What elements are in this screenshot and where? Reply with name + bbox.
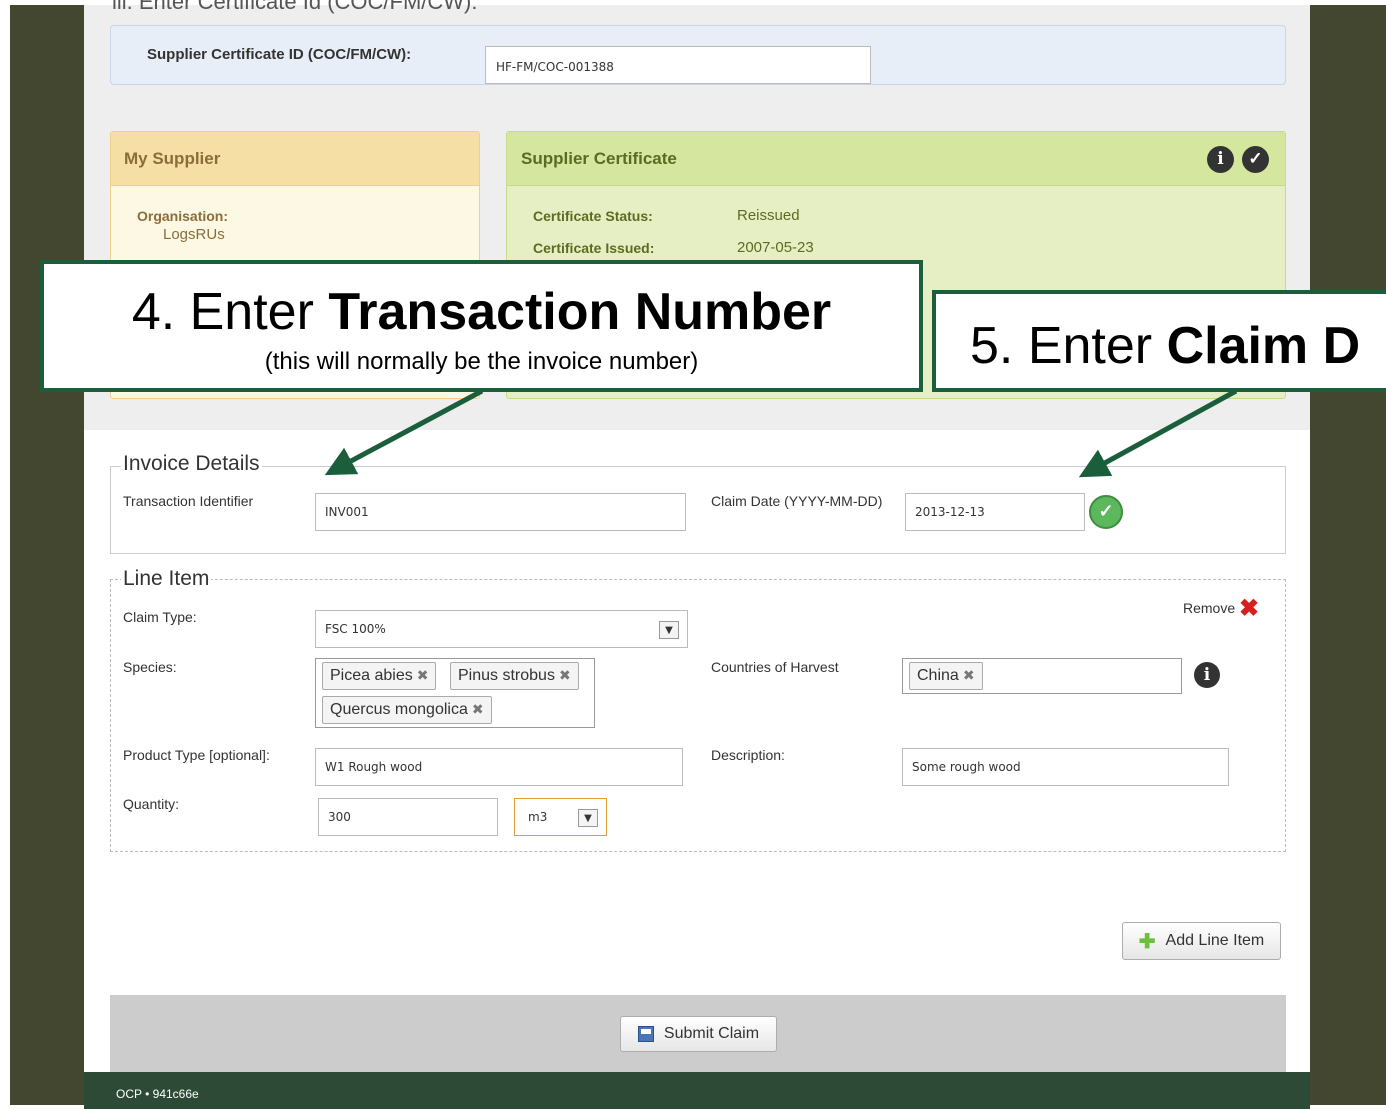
info-icon[interactable]: i xyxy=(1207,146,1234,173)
supplier-certificate-title: Supplier Certificate xyxy=(507,132,1285,186)
submit-claim-button[interactable]: Submit Claim xyxy=(620,1016,777,1052)
step5-callout: 5. Enter Claim D xyxy=(932,290,1386,392)
certificate-id-input[interactable]: HF-FM/COC-001388 xyxy=(485,46,871,84)
my-supplier-title: My Supplier xyxy=(111,132,479,186)
description-label: Description: xyxy=(711,747,785,763)
species-tag: Picea abies ✖ xyxy=(322,662,437,690)
step5-callout-heading: 5. Enter Claim D xyxy=(970,317,1361,375)
unit-value: m3 xyxy=(528,810,548,824)
quantity-input[interactable]: 300 xyxy=(318,798,498,836)
organisation-value: LogsRUs xyxy=(163,226,225,243)
countries-of-harvest-label: Countries of Harvest xyxy=(711,659,839,675)
certificate-id-box: Supplier Certificate ID (COC/FM/CW): HF-… xyxy=(110,25,1286,85)
species-multiselect[interactable]: Picea abies ✖ Pinus strobus ✖ Quercus mong… xyxy=(315,658,595,728)
submit-bar: Submit Claim xyxy=(110,995,1286,1075)
chevron-down-icon[interactable]: ▼ xyxy=(578,809,598,827)
invoice-details-group: Invoice Details Transaction Identifier I… xyxy=(110,452,1286,554)
transaction-identifier-label: Transaction Identifier xyxy=(123,493,254,509)
add-line-item-label: Add Line Item xyxy=(1165,932,1265,949)
claim-date-input[interactable]: 2013-12-13 xyxy=(905,493,1085,531)
claim-date-label: Claim Date (YYYY-MM-DD) xyxy=(711,493,883,509)
transaction-identifier-input[interactable]: INV001 xyxy=(315,493,686,531)
add-line-item-button[interactable]: ✚ Add Line Item xyxy=(1122,922,1281,960)
step4-callout-note: (this will normally be the invoice numbe… xyxy=(264,348,699,375)
line-item-legend: Line Item xyxy=(121,567,212,591)
species-tag: Pinus strobus ✖ xyxy=(450,662,579,690)
species-tag: Quercus mongolica ✖ xyxy=(322,696,492,724)
close-icon[interactable]: ✖ xyxy=(963,667,975,683)
certificate-issued-label: Certificate Issued: xyxy=(533,240,655,256)
remove-label[interactable]: Remove xyxy=(1183,600,1235,616)
plus-icon: ✚ xyxy=(1138,930,1156,953)
unit-select[interactable]: m3 ▼ xyxy=(514,798,607,836)
step4-callout-heading: 4. Enter Transaction Number xyxy=(131,283,832,341)
product-type-input[interactable]: W1 Rough wood xyxy=(315,748,683,786)
organisation-label: Organisation: xyxy=(137,208,229,224)
valid-check-icon: ✓ xyxy=(1089,495,1123,529)
certificate-issued-value: 2007-05-23 xyxy=(737,239,814,256)
certificate-id-label: Supplier Certificate ID (COC/FM/CW): xyxy=(147,46,412,63)
claim-type-select[interactable]: FSC 100% ▼ xyxy=(315,610,688,648)
step4-callout: 4. Enter Transaction Number (this will n… xyxy=(40,260,923,392)
country-tag: China ✖ xyxy=(909,662,983,690)
line-item-group: Line Item Remove ✖ Claim Type: FSC 100% … xyxy=(110,567,1286,852)
product-type-label: Product Type [optional]: xyxy=(123,747,270,763)
close-icon[interactable]: ✖ xyxy=(472,701,484,717)
claim-type-label: Claim Type: xyxy=(123,609,197,625)
species-label: Species: xyxy=(123,659,177,675)
remove-x-icon[interactable]: ✖ xyxy=(1239,594,1259,623)
step-heading: iii. Enter Certificate Id (COC/FM/CW): xyxy=(112,0,478,14)
claim-type-value: FSC 100% xyxy=(325,622,386,636)
page: iii. Enter Certificate Id (COC/FM/CW): S… xyxy=(84,0,1310,1109)
description-input[interactable]: Some rough wood xyxy=(902,748,1229,786)
save-icon xyxy=(637,1026,654,1042)
check-circle-icon: ✓ xyxy=(1242,146,1269,173)
close-icon[interactable]: ✖ xyxy=(559,667,571,683)
info-icon[interactable]: i xyxy=(1194,662,1220,688)
submit-claim-label: Submit Claim xyxy=(663,1025,760,1042)
certificate-status-value: Reissued xyxy=(737,207,800,224)
footer: OCP • 941c66e xyxy=(84,1072,1310,1109)
quantity-label: Quantity: xyxy=(123,796,180,812)
chevron-down-icon[interactable]: ▼ xyxy=(659,621,679,639)
certificate-status-label: Certificate Status: xyxy=(533,208,653,224)
countries-multiselect[interactable]: China ✖ xyxy=(902,658,1182,694)
close-icon[interactable]: ✖ xyxy=(417,667,429,683)
invoice-details-legend: Invoice Details xyxy=(121,452,262,476)
